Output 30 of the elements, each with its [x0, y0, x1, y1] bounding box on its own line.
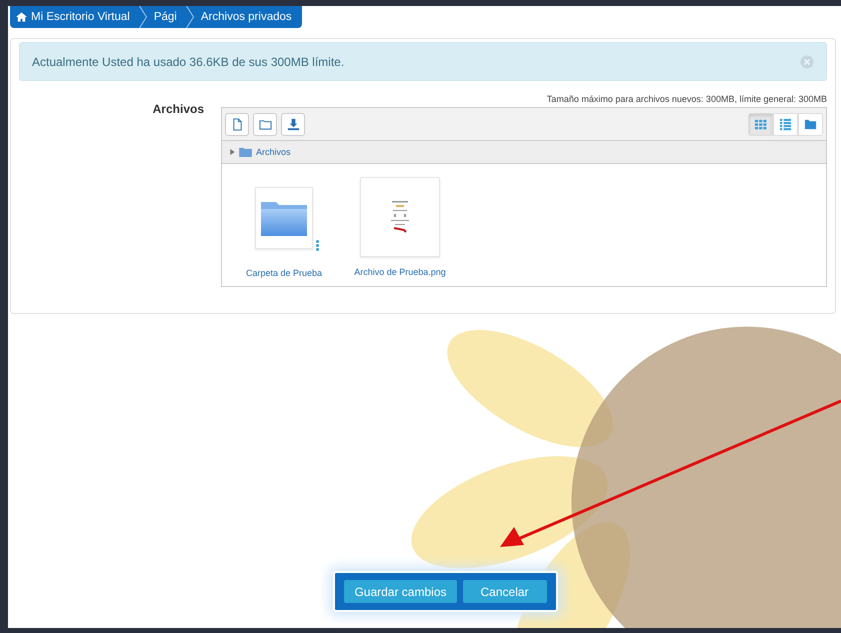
folder-icon: [239, 147, 252, 157]
grid-icon: [754, 118, 767, 131]
field-label: Archivos: [152, 101, 205, 118]
file-icon: [230, 118, 244, 131]
new-folder-button[interactable]: [253, 113, 277, 136]
folder-icon: [804, 118, 817, 131]
image-thumbnail[interactable]: [360, 177, 440, 257]
grid-view-button[interactable]: [748, 113, 773, 136]
breadcrumb-link[interactable]: Pági: [154, 11, 177, 23]
usage-text: Actualmente Usted ha usado 36.6KB de sus 300MB límite.: [32, 54, 344, 68]
folder-icon: [258, 118, 272, 131]
size-note: Tamaño máximo para archivos nuevos: 300MB, límite general: 300MB: [546, 94, 827, 104]
cancel-button[interactable]: Cancelar: [462, 580, 547, 603]
file-name-link[interactable]: Carpeta de Prueba: [246, 268, 322, 278]
download-button[interactable]: [281, 113, 305, 136]
save-button[interactable]: Guardar cambios: [344, 580, 456, 603]
home-icon: [16, 12, 27, 22]
breadcrumb-link[interactable]: Archivos privados: [200, 11, 292, 23]
chevron-icon: [186, 6, 194, 28]
file-name-link[interactable]: Archivo de Prueba.png: [354, 267, 446, 277]
new-file-button[interactable]: [225, 113, 249, 136]
path-link[interactable]: Archivos: [256, 147, 291, 157]
breadcrumb-link[interactable]: Mi Escritorio Virtual: [16, 11, 130, 23]
download-icon: [286, 118, 300, 131]
expand-icon[interactable]: [230, 149, 235, 155]
tree-view-button[interactable]: [798, 113, 823, 136]
chevron-icon: [138, 6, 147, 28]
more-icon[interactable]: [316, 240, 319, 251]
list-icon: [779, 118, 792, 131]
list-view-button[interactable]: [773, 113, 798, 136]
